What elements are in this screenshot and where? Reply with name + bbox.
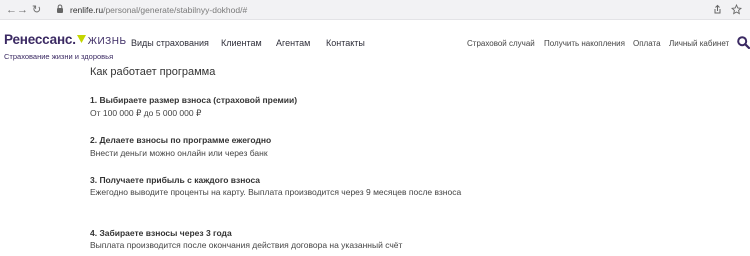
step-4-text: Выплата производится после окончания дей… — [90, 240, 403, 250]
url-path: /personal/generate/stabilnyy-dokhod/# — [103, 5, 248, 15]
step-3-title: 3. Получаете прибыль с каждого взноса — [90, 175, 261, 185]
url-text[interactable]: renlife.ru/personal/generate/stabilnyy-d… — [70, 4, 247, 16]
logo[interactable]: Ренессанс. ЖИЗНЬ Страхование жизни и здор… — [4, 33, 127, 62]
nav-link-agents[interactable]: Агентам — [276, 38, 310, 49]
step-1-text: От 100 000 ₽ до 5 000 000 ₽ — [90, 108, 202, 118]
share-icon[interactable] — [712, 4, 723, 15]
logo-name: Ренессанс. — [4, 32, 76, 47]
logo-tagline: Страхование жизни и здоровья — [4, 52, 114, 61]
back-arrow-icon[interactable]: ← — [6, 3, 17, 17]
step-3-text: Ежегодно выводите проценты на карту. Вып… — [90, 187, 462, 197]
step-4-title: 4. Забираете взносы через 3 года — [90, 228, 232, 238]
site-header: Ренессанс. ЖИЗНЬ Страхование жизни и здор… — [0, 20, 750, 64]
star-icon[interactable] — [731, 4, 742, 15]
logo-wordmark: Ренессанс. ЖИЗНЬ — [4, 33, 127, 49]
logo-life: ЖИЗНЬ — [87, 36, 127, 47]
nav-link-insurance-case[interactable]: Страховой случай — [467, 38, 535, 49]
browser-toolbar: ← → ↻ renlife.ru/personal/generate/stabi… — [0, 0, 750, 20]
nav-link-contacts[interactable]: Контакты — [326, 38, 365, 49]
nav-link-clients[interactable]: Клиентам — [221, 38, 262, 49]
url-domain: renlife.ru — [70, 5, 104, 15]
step-2-text: Внести деньги можно онлайн или через бан… — [90, 148, 268, 158]
reload-icon[interactable]: ↻ — [32, 3, 41, 17]
nav-link-insurance-types[interactable]: Виды страхования — [131, 38, 209, 49]
step-1-title: 1. Выбираете размер взноса (страховой пр… — [90, 95, 298, 105]
lock-icon[interactable] — [56, 4, 64, 14]
search-icon[interactable] — [737, 36, 750, 49]
section-title: Как работает программа — [90, 66, 216, 78]
nav-link-get-savings[interactable]: Получить накопления — [544, 38, 625, 49]
nav-link-account[interactable]: Личный кабинет — [669, 38, 729, 49]
logo-check-icon — [76, 35, 86, 43]
nav-link-payment[interactable]: Оплата — [633, 38, 661, 49]
step-2-title: 2. Делаете взносы по программе ежегодно — [90, 135, 272, 145]
forward-arrow-icon[interactable]: → — [17, 3, 28, 17]
